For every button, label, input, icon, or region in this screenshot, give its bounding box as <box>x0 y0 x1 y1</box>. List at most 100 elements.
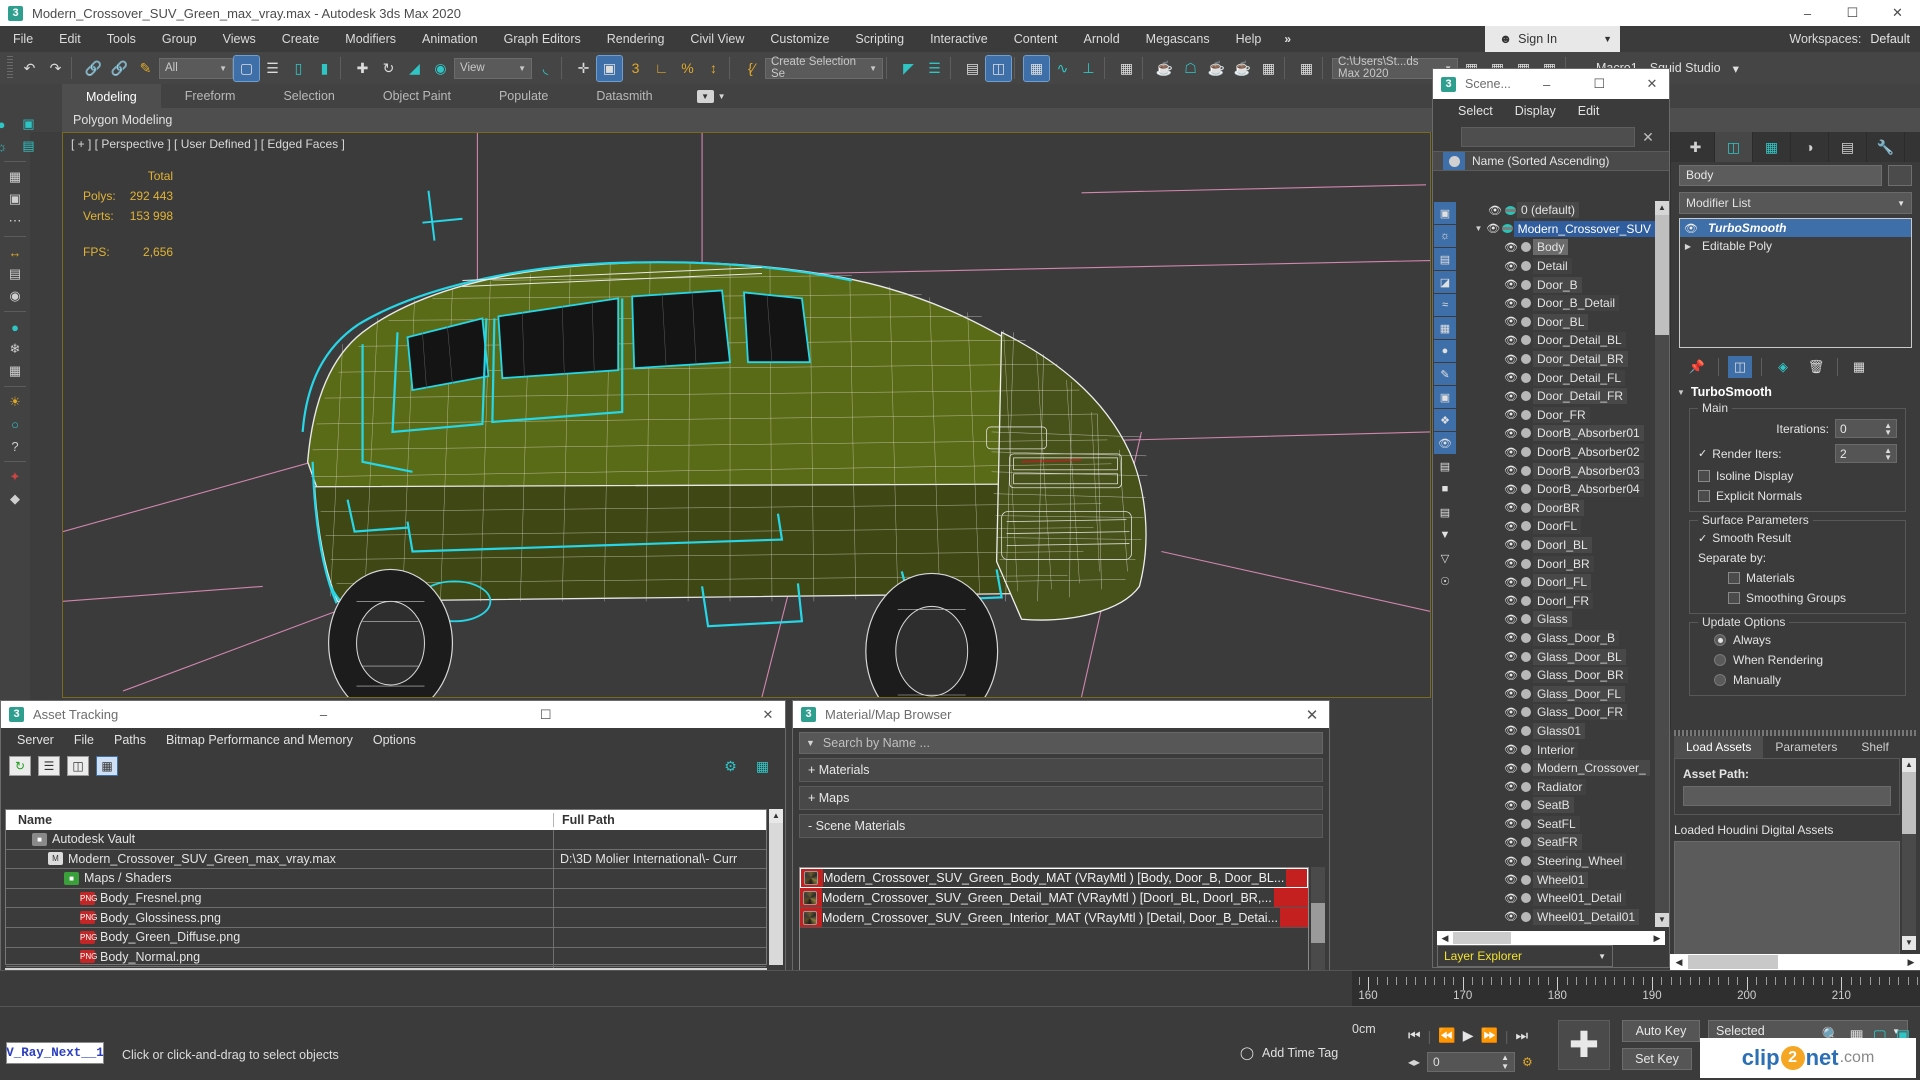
scene-menu-display[interactable]: Display <box>1506 104 1565 118</box>
cameras-filter-icon[interactable]: ▤ <box>1434 248 1456 270</box>
scene-explorer-close-button[interactable]: ✕ <box>1635 76 1669 92</box>
open-explorer-icon[interactable]: ▦ <box>1294 56 1319 81</box>
eye-icon[interactable]: 👁 <box>1503 483 1519 496</box>
menu-modifiers[interactable]: Modifiers <box>332 26 409 52</box>
menu-tools[interactable]: Tools <box>94 26 149 52</box>
freeze-icon[interactable]: ❄ <box>2 339 28 359</box>
percent-snap-icon[interactable]: % <box>675 56 700 81</box>
object-dot-icon[interactable] <box>1519 875 1533 885</box>
scrollbar-thumb[interactable] <box>1311 903 1325 943</box>
object-dot-icon[interactable] <box>1519 410 1533 420</box>
material-browser-close-button[interactable]: ✕ <box>1295 706 1329 724</box>
scene-explorer-list[interactable]: 👁0 (default)▼👁Modern_Crossover_SUV👁Body👁… <box>1457 201 1655 927</box>
remove-modifier-icon[interactable]: 🗑 <box>1804 356 1828 378</box>
asset-menu-options[interactable]: Options <box>363 733 426 747</box>
space-warps-filter-icon[interactable]: ≈ <box>1434 294 1456 316</box>
ribbon-minimize-dropdown[interactable]: ▼ ▼ <box>697 84 726 108</box>
eye-icon[interactable]: 👁 <box>1503 501 1519 514</box>
scene-node-row[interactable]: 👁Glass_Door_BL <box>1457 647 1655 666</box>
configure-modifier-sets-icon[interactable]: ▦ <box>1847 356 1871 378</box>
scene-node-row[interactable]: 👁Glass_Door_FR <box>1457 703 1655 722</box>
refresh-icon[interactable]: ↻ <box>9 756 31 776</box>
group-maps[interactable]: + Maps <box>799 786 1323 810</box>
set-key-toggle-button[interactable]: Set Key <box>1622 1048 1692 1070</box>
hscrollbar-thumb[interactable] <box>1688 955 1778 969</box>
table-row[interactable]: PNGBody_Glossiness.png <box>6 908 766 928</box>
show-end-result-icon[interactable]: ◫ <box>1728 356 1752 378</box>
spinner-arrows-icon[interactable]: ▲▼ <box>1884 447 1892 461</box>
render-iters-spinner[interactable]: 2 ▲▼ <box>1835 444 1897 463</box>
eye-icon[interactable]: 👁 <box>1503 613 1519 626</box>
rendered-frame-window-icon[interactable]: ☖ <box>1178 56 1203 81</box>
sign-in-button[interactable]: ☻ Sign In ▼ <box>1485 26 1620 52</box>
material-list-item[interactable]: Modern_Crossover_SUV_Green_Body_MAT (VRa… <box>800 868 1308 888</box>
scene-node-row[interactable]: 👁DoorBR <box>1457 499 1655 518</box>
eye-icon[interactable]: 👁 <box>1503 706 1519 719</box>
eye-icon[interactable]: 👁 <box>1503 892 1519 905</box>
group-scene-materials[interactable]: - Scene Materials <box>799 814 1323 838</box>
scroll-left-icon[interactable]: ◀ <box>1670 957 1688 968</box>
eye-icon[interactable]: 👁 <box>1503 594 1519 607</box>
time-configuration-icon[interactable]: ⚙ <box>1522 1055 1533 1069</box>
snap-toggle-3-icon[interactable]: 3 <box>623 56 648 81</box>
key-mode-icon[interactable]: ◂▸ <box>1408 1055 1420 1069</box>
eye-icon[interactable]: 👁 <box>1503 446 1519 459</box>
scene-node-row[interactable]: 👁Wheel01_Detail01 <box>1457 908 1655 927</box>
eye-icon[interactable]: 👁 <box>1503 910 1519 923</box>
eye-icon[interactable]: 👁 <box>1503 873 1519 886</box>
layer-explorer-dropdown[interactable]: Layer Explorer ▼ <box>1437 945 1613 967</box>
select-and-link-icon[interactable]: 🔗 <box>81 56 106 81</box>
scene-node-row[interactable]: 👁Glass <box>1457 610 1655 629</box>
tab-load-assets[interactable]: Load Assets <box>1674 736 1763 758</box>
scene-node-row[interactable]: 👁Door_Detail_FR <box>1457 387 1655 406</box>
scene-menu-select[interactable]: Select <box>1449 104 1502 118</box>
object-dot-icon[interactable] <box>1519 596 1533 606</box>
object-dot-icon[interactable] <box>1519 670 1533 680</box>
table-row[interactable]: ■Autodesk Vault <box>6 830 766 850</box>
eye-icon[interactable]: 👁 <box>1503 743 1519 756</box>
menu-edit[interactable]: Edit <box>46 26 94 52</box>
eye-icon[interactable]: 👁 <box>1503 408 1519 421</box>
scene-explorer-icon[interactable]: ◫ <box>986 56 1011 81</box>
select-and-manipulate-icon[interactable]: ✛ <box>571 56 596 81</box>
scrollbar-thumb[interactable] <box>1655 215 1669 335</box>
triangle-down-icon[interactable]: ▼ <box>1677 388 1685 397</box>
layer-explorer-icon[interactable]: ▤ <box>960 56 985 81</box>
material-editor-icon[interactable]: ▦ <box>1114 56 1139 81</box>
update-manually-row[interactable]: Manually <box>1698 673 1897 687</box>
array-icon[interactable]: ▦ <box>2 167 28 187</box>
visibility-filter-icon[interactable]: 👁 <box>1434 432 1456 454</box>
object-dot-icon[interactable] <box>1519 317 1533 327</box>
render-iters-checkbox[interactable]: ✓ <box>1698 447 1707 460</box>
select-and-scale-icon[interactable]: ◢ <box>402 56 427 81</box>
menu-group[interactable]: Group <box>149 26 210 52</box>
menu-interactive[interactable]: Interactive <box>917 26 1001 52</box>
workspaces-selector[interactable]: Workspaces: Default <box>1789 26 1910 52</box>
modifier-stack[interactable]: 👁 TurboSmooth ▶ Editable Poly <box>1679 218 1912 348</box>
table-row[interactable]: PNGBody_Fresnel.png <box>6 889 766 909</box>
eye-icon[interactable]: 👁 <box>1503 334 1519 347</box>
scene-node-row[interactable]: 👁Interior <box>1457 740 1655 759</box>
go-to-end-icon[interactable]: ⏭ <box>1516 1027 1529 1044</box>
time-ruler[interactable]: 160170180190200210220 <box>1352 971 1920 1007</box>
display-tab-icon[interactable]: ▤ <box>1829 132 1867 162</box>
daylight-icon[interactable]: ○ <box>2 414 28 434</box>
modifier-list-dropdown[interactable]: Modifier List ▼ <box>1679 192 1912 214</box>
select-and-rotate-icon[interactable]: ↻ <box>376 56 401 81</box>
render-setup-icon[interactable]: ☕ <box>1152 56 1177 81</box>
scene-node-row[interactable]: 👁Door_BL <box>1457 313 1655 332</box>
ribbon-tab-modeling[interactable]: Modeling <box>62 84 161 108</box>
expand-triangle-icon[interactable]: ▼ <box>1471 224 1486 233</box>
object-dot-icon[interactable] <box>1519 503 1533 513</box>
smoothing-groups-checkbox[interactable] <box>1728 592 1740 604</box>
eye-icon[interactable]: 👁 <box>1487 204 1503 217</box>
layer-view-icon[interactable]: ▤ <box>1434 455 1456 477</box>
asset-menu-server[interactable]: Server <box>7 733 64 747</box>
scene-node-row[interactable]: 👁Door_Detail_FL <box>1457 368 1655 387</box>
scene-node-row[interactable]: 👁SeatFL <box>1457 815 1655 834</box>
render-in-cloud-icon[interactable]: ▦ <box>1256 56 1281 81</box>
channel-info-icon[interactable]: ▤ <box>2 264 28 284</box>
auto-key-button[interactable]: Auto Key <box>1622 1020 1700 1042</box>
next-frame-icon[interactable]: ⏩ <box>1480 1027 1497 1044</box>
ribbon-tab-datasmith[interactable]: Datasmith <box>572 84 676 108</box>
